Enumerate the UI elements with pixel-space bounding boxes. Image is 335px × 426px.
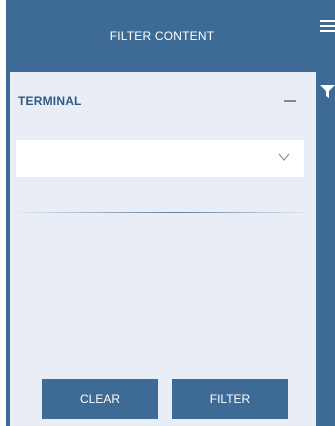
chevron-down-icon (278, 153, 290, 162)
section-title: TERMINAL (18, 94, 82, 108)
minus-icon[interactable] (284, 100, 296, 102)
section-divider (18, 212, 306, 213)
terminal-select[interactable] (16, 140, 304, 177)
filter-header: FILTER CONTENT (6, 0, 314, 72)
filter-button[interactable]: FILTER (172, 379, 288, 419)
funnel-filter-icon[interactable] (320, 85, 335, 99)
filter-panel: TERMINAL CLEAR FILTER (10, 72, 316, 426)
clear-button[interactable]: CLEAR (42, 379, 158, 419)
terminal-section-header[interactable]: TERMINAL (10, 72, 316, 130)
header-title: FILTER CONTENT (109, 29, 215, 43)
hamburger-menu-icon[interactable] (320, 20, 335, 34)
filter-sidebar: FILTER CONTENT TERMINAL CLEAR FILTER (0, 0, 335, 426)
